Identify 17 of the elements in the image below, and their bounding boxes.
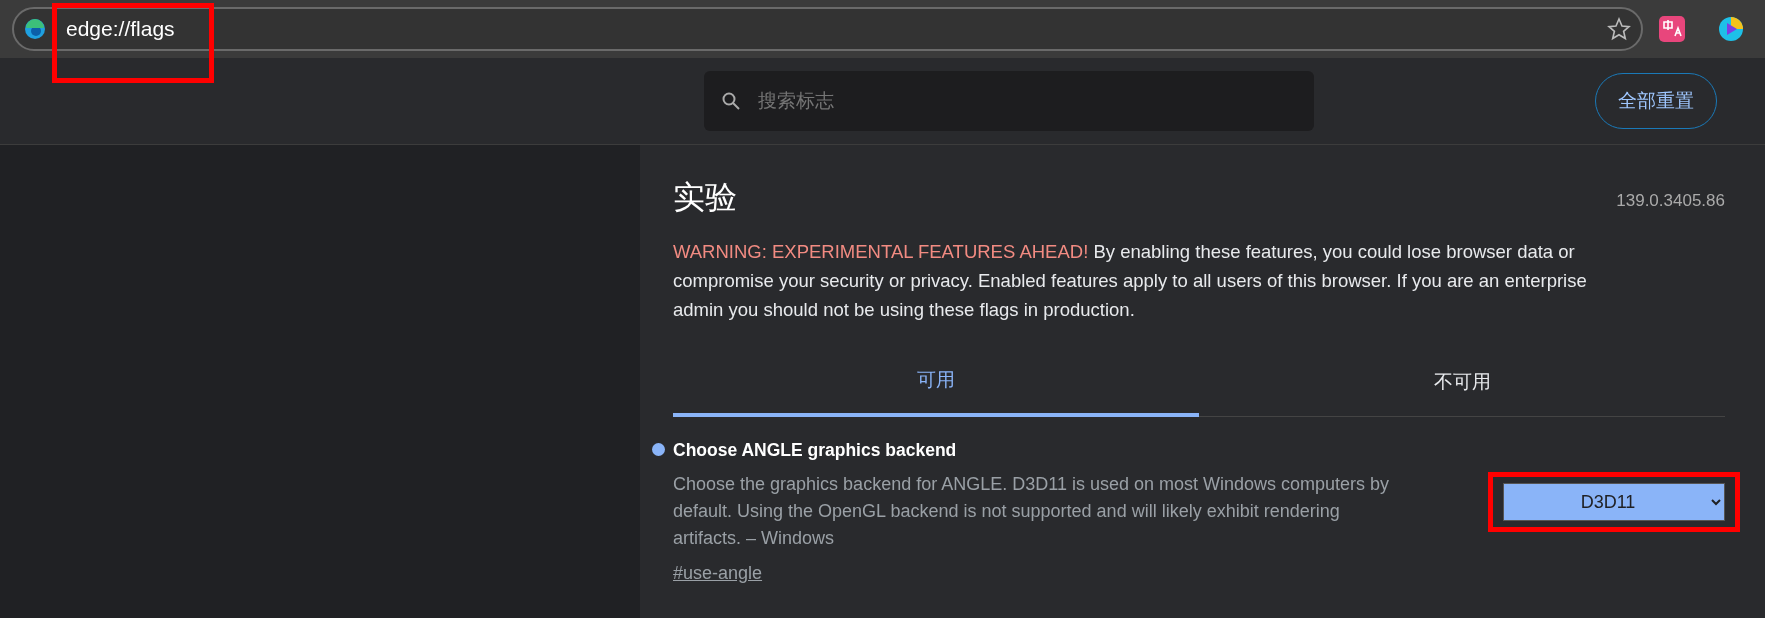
page-title: 实验 xyxy=(673,178,737,217)
tab[interactable]: 可用 xyxy=(673,354,1199,417)
browser-logo-icon xyxy=(24,18,46,40)
warning-text: WARNING: EXPERIMENTAL FEATURES AHEAD! By enabling these features, you could lose browser data or compromise your security or privacy. Enabled features apply to all users of this browser. If you are an enterprise admin you should not be using these flags in production. xyxy=(673,240,1588,322)
flag-description: Choose the graphics backend for ANGLE. D3D11 is used on most Windows computers by default. Using the OpenGL backend is not supported and will likely exhibit rendering artifacts. – Windows xyxy=(673,472,1391,550)
translate-icon[interactable] xyxy=(1659,16,1685,42)
url-text: edge://flags xyxy=(66,16,175,43)
address-bar[interactable]: edge://flags xyxy=(12,7,1643,51)
tab[interactable]: 不可用 xyxy=(1199,354,1725,417)
search-icon xyxy=(722,92,740,110)
flag-link[interactable]: #use-angle xyxy=(673,559,763,587)
flag-title: Choose ANGLE graphics backend xyxy=(673,438,957,462)
extension-logo-icon[interactable] xyxy=(1717,15,1745,43)
search-field[interactable]: 搜索标志 xyxy=(704,71,1314,131)
option-select[interactable]: D3D11 xyxy=(1503,482,1725,521)
star-icon[interactable] xyxy=(1607,17,1631,41)
version-text: 139.0.3405.86 xyxy=(1616,189,1725,212)
